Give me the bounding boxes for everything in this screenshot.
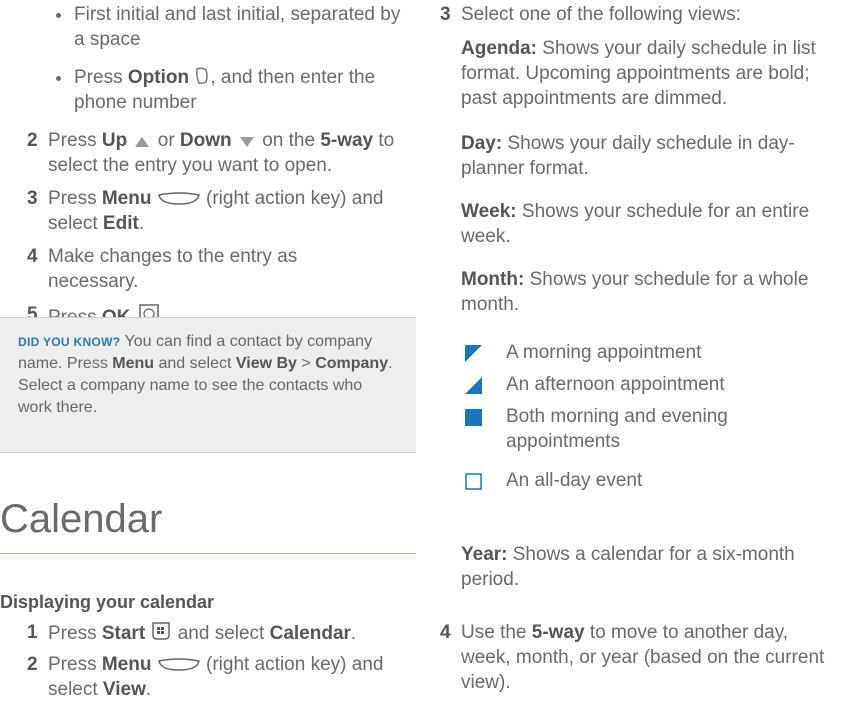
step-number: 3 — [440, 4, 451, 25]
heading-rule — [0, 553, 416, 554]
bullet-dot — [56, 76, 61, 81]
did-you-know-tip: DID YOU KNOW? You can find a contact by … — [0, 317, 416, 453]
step-2-text: Press Up or Down on the 5-way to select … — [48, 130, 395, 176]
start-key-icon — [152, 622, 171, 640]
view-day-description: Day: Shows your daily schedule in day-pl… — [461, 133, 795, 179]
legend-morning-text: A morning appointment — [506, 342, 702, 363]
step-number: 4 — [440, 622, 451, 643]
tip-label: DID YOU KNOW? — [18, 335, 121, 349]
bullet-item-option: Press Option , and then enter the phone … — [74, 67, 376, 113]
legend-both-text: Both morning and evening appointments — [506, 406, 728, 452]
step-number: 1 — [27, 622, 38, 643]
section-heading: Calendar — [0, 497, 163, 541]
step-4-text: Make changes to the entry as necessary. — [48, 246, 298, 292]
menu-key-icon — [157, 192, 200, 205]
right-step-3-text: Select one of the following views: — [461, 4, 741, 25]
step-number: 4 — [27, 246, 38, 267]
up-arrow-icon — [135, 137, 150, 147]
bullet-dot — [56, 13, 61, 18]
view-month-description: Month: Shows your schedule for a whole m… — [461, 269, 809, 315]
bullet-item-initials: First initial and last initial, separate… — [74, 4, 401, 50]
view-year-description: Year: Shows a calendar for a six-month p… — [461, 544, 795, 590]
afternoon-triangle-icon — [465, 377, 482, 394]
menu-key-icon — [157, 658, 200, 671]
legend-all-day-text: An all-day event — [506, 470, 643, 491]
down-arrow-icon — [239, 137, 254, 147]
step-number: 2 — [27, 654, 38, 675]
morning-triangle-icon — [465, 345, 482, 362]
step-number: 3 — [27, 188, 38, 209]
filled-square-icon — [465, 409, 482, 426]
empty-square-icon — [465, 473, 482, 490]
view-week-description: Week: Shows your schedule for an entire … — [461, 201, 810, 247]
option-key-icon — [196, 67, 209, 85]
step-3-text: Press Menu (right action key) and select… — [48, 188, 384, 234]
legend-afternoon-text: An afternoon appointment — [506, 374, 725, 395]
step-number: 2 — [27, 130, 38, 151]
calendar-step-2-text: Press Menu (right action key) and select… — [48, 654, 384, 700]
view-agenda-description: Agenda: Shows your daily schedule in lis… — [461, 38, 816, 109]
right-step-4-text: Use the 5-way to move to another day, we… — [461, 622, 825, 693]
subheading: Displaying your calendar — [0, 592, 215, 612]
calendar-step-1-text: Press Start and select Calendar. — [48, 620, 418, 646]
